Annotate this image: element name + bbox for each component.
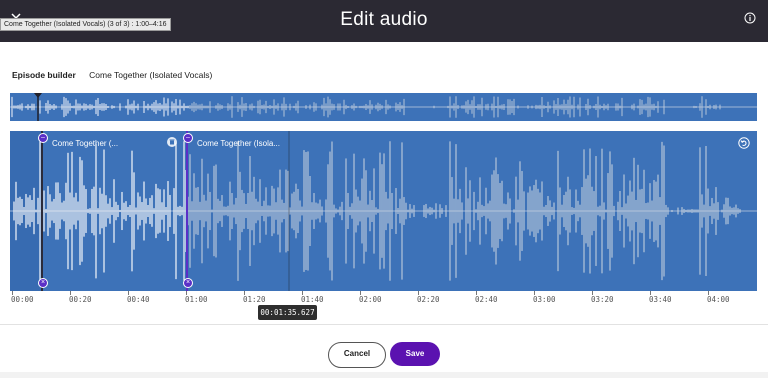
ruler-tick-label: 01:00	[185, 295, 208, 304]
ruler-tick-label: 01:20	[243, 295, 266, 304]
breadcrumb-current: Come Together (Isolated Vocals)	[89, 70, 213, 80]
ruler-tick-label: 01:40	[301, 295, 324, 304]
overview-waveform[interactable]	[10, 93, 757, 121]
info-icon[interactable]	[744, 12, 756, 24]
clip-title: Come Together (Isola...	[197, 139, 281, 148]
ruler-tick-label: 04:00	[707, 295, 730, 304]
ruler-tick-label: 03:20	[591, 295, 614, 304]
ruler-tick-label: 00:00	[11, 295, 34, 304]
clip-remove-handle[interactable]: ×	[183, 278, 193, 288]
breadcrumb-label[interactable]: Episode builder	[12, 70, 76, 80]
playhead-timecode: 00:01:35.627	[258, 305, 317, 320]
ruler-tick-label: 02:20	[417, 295, 440, 304]
ruler-tick-label: 03:00	[533, 295, 556, 304]
clip-start-handle[interactable]: –	[183, 133, 193, 143]
timeline-ruler: 00:00 00:20 00:40 01:00 01:20 01:40 02:00 02:20…	[10, 291, 757, 305]
clip-start-handle[interactable]: –	[38, 133, 48, 143]
ruler-tick-label: 00:20	[69, 295, 92, 304]
breadcrumb: Episode builder Come Together (Isolated …	[12, 70, 212, 80]
trash-icon[interactable]	[167, 137, 177, 147]
ruler-tick-label: 00:40	[127, 295, 150, 304]
ruler-tick-label: 03:40	[649, 295, 672, 304]
undo-icon[interactable]	[738, 137, 750, 149]
divider	[0, 324, 768, 325]
ruler-tick-label: 02:00	[359, 295, 382, 304]
tooltip: Come Together (Isolated Vocals) (3 of 3)…	[0, 18, 171, 31]
clip-remove-handle[interactable]: ×	[38, 278, 48, 288]
editor-waveform[interactable]: Come Together (... Come Together (Isola.…	[10, 131, 757, 291]
save-button[interactable]: Save	[390, 342, 440, 366]
cancel-button[interactable]: Cancel	[328, 342, 386, 368]
clip-title: Come Together (...	[52, 139, 119, 148]
footer-shadow	[0, 372, 768, 378]
ruler-tick-label: 02:40	[475, 295, 498, 304]
